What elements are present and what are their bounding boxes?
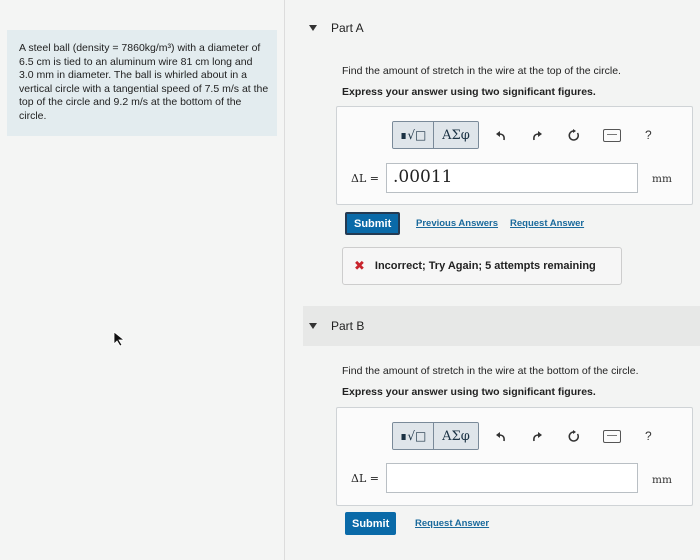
undo-icon[interactable] [493, 127, 509, 143]
delta-l-label: ΔL = [351, 172, 379, 185]
help-icon[interactable]: ? [645, 128, 652, 142]
template-button-group: ∎√□ ΑΣφ [392, 422, 479, 450]
incorrect-feedback-box: ✖ Incorrect; Try Again; 5 attempts remai… [342, 247, 622, 285]
feedback-text: Incorrect; Try Again; 5 attempts remaini… [374, 260, 596, 272]
part-b-title: Part B [331, 319, 365, 333]
symbols-button[interactable]: ΑΣφ [434, 122, 478, 148]
parts-column: Part A Find the amount of stretch in the… [285, 0, 700, 560]
keyboard-icon[interactable] [603, 429, 621, 443]
part-b-question: Find the amount of stretch in the wire a… [342, 365, 639, 377]
templates-button[interactable]: ∎√□ [393, 122, 434, 148]
part-a-question: Find the amount of stretch in the wire a… [342, 65, 621, 77]
part-a-title: Part A [331, 21, 364, 35]
collapse-caret-icon[interactable] [309, 323, 317, 329]
help-icon[interactable]: ? [645, 429, 652, 443]
delta-l-label: ΔL = [351, 472, 379, 485]
part-b-answer-panel: ∎√□ ΑΣφ ? ΔL = mm [336, 407, 693, 506]
part-a-answer-input[interactable]: .00011 [386, 163, 638, 193]
template-button-group: ∎√□ ΑΣφ [392, 121, 479, 149]
part-a-header[interactable]: Part A [309, 18, 364, 38]
problem-text: A steel ball (density = 7860kg/m³) with … [19, 42, 269, 122]
redo-icon[interactable] [529, 127, 545, 143]
part-b-submit-button[interactable]: Submit [345, 512, 397, 535]
problem-column: A steel ball (density = 7860kg/m³) with … [0, 0, 285, 560]
part-b-request-answer-link[interactable]: Request Answer [415, 518, 489, 529]
symbols-button[interactable]: ΑΣφ [434, 423, 478, 449]
part-a-instruction: Express your answer using two significan… [342, 86, 596, 98]
math-toolbar: ∎√□ ΑΣφ ? [392, 422, 652, 450]
redo-icon[interactable] [529, 428, 545, 444]
reset-icon[interactable] [565, 428, 581, 444]
undo-icon[interactable] [493, 428, 509, 444]
part-a-answer-panel: ∎√□ ΑΣφ ? ΔL = .00011 mm [336, 106, 693, 205]
keyboard-icon[interactable] [603, 128, 621, 142]
problem-statement-box: A steel ball (density = 7860kg/m³) with … [7, 30, 277, 136]
unit-label: mm [652, 474, 672, 486]
part-a-submit-button[interactable]: Submit [345, 212, 401, 235]
part-b-header[interactable]: Part B [309, 316, 364, 336]
templates-button[interactable]: ∎√□ [393, 423, 434, 449]
part-b-instruction: Express your answer using two significan… [342, 386, 596, 398]
mouse-cursor-icon [113, 331, 126, 347]
collapse-caret-icon[interactable] [309, 25, 317, 31]
math-toolbar: ∎√□ ΑΣφ ? [392, 121, 652, 149]
part-a-request-answer-link[interactable]: Request Answer [510, 218, 584, 229]
unit-label: mm [652, 173, 672, 185]
previous-answers-link[interactable]: Previous Answers [416, 218, 498, 229]
error-x-icon: ✖ [354, 258, 365, 273]
reset-icon[interactable] [565, 127, 581, 143]
part-b-answer-input[interactable] [386, 463, 638, 493]
